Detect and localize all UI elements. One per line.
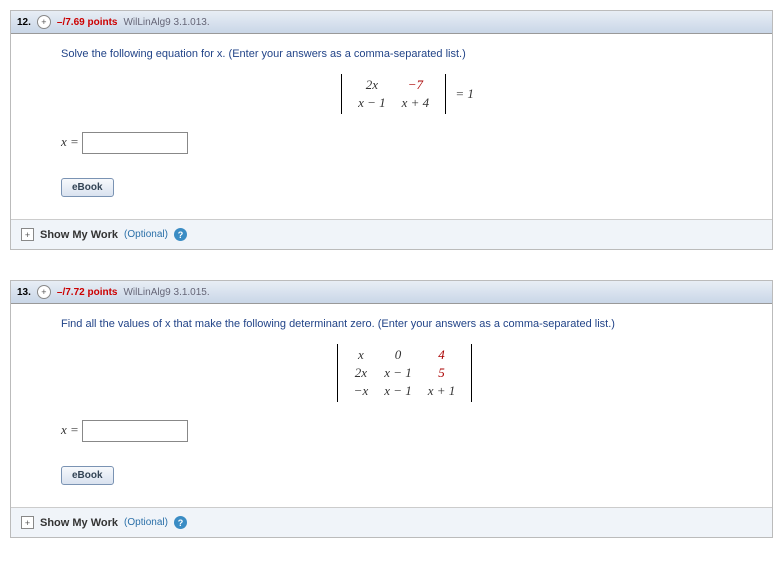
answer-label: x = <box>61 422 79 437</box>
question-block: 12. + –/7.69 points WilLinAlg9 3.1.013. … <box>10 10 773 250</box>
answer-input[interactable] <box>82 420 188 442</box>
determinant: x04 2xx − 15 −xx − 1x + 1 <box>337 344 473 402</box>
plus-box-icon[interactable]: + <box>21 228 34 241</box>
determinant: 2x−7x − 1x + 4 <box>341 74 446 114</box>
points-label: –/7.72 points <box>57 287 118 298</box>
show-my-work-label: Show My Work <box>40 517 118 529</box>
question-header: 13. + –/7.72 points WilLinAlg9 3.1.015. <box>11 281 772 304</box>
matrix-cell: 2x <box>350 76 394 94</box>
matrix-cell: x <box>346 346 377 364</box>
matrix-cell: x + 4 <box>394 94 438 112</box>
help-icon[interactable]: ? <box>174 516 187 529</box>
help-icon[interactable]: ? <box>174 228 187 241</box>
question-number: 13. <box>17 287 31 298</box>
matrix-cell: 0 <box>376 346 420 364</box>
equation-rhs: = 1 <box>455 86 474 101</box>
matrix-cell: x + 1 <box>420 382 464 400</box>
matrix-cell: 2x <box>346 364 377 382</box>
optional-label: (Optional) <box>124 229 168 240</box>
math-expression: 2x−7x − 1x + 4 = 1 <box>61 74 754 114</box>
show-my-work-bar[interactable]: + Show My Work (Optional) ? <box>11 219 772 249</box>
question-number: 12. <box>17 17 31 28</box>
question-header: 12. + –/7.69 points WilLinAlg9 3.1.013. <box>11 11 772 34</box>
question-prompt: Solve the following equation for x. (Ent… <box>61 48 754 60</box>
ebook-button[interactable]: eBook <box>61 466 114 485</box>
matrix-cell: 4 <box>420 346 464 364</box>
plus-box-icon[interactable]: + <box>21 516 34 529</box>
answer-input[interactable] <box>82 132 188 154</box>
expand-icon[interactable]: + <box>37 15 51 29</box>
source-label: WilLinAlg9 3.1.015. <box>123 287 209 298</box>
question-prompt: Find all the values of x that make the f… <box>61 318 754 330</box>
matrix-cell: −7 <box>394 76 438 94</box>
show-my-work-label: Show My Work <box>40 229 118 241</box>
optional-label: (Optional) <box>124 517 168 528</box>
answer-row: x = <box>61 132 754 154</box>
show-my-work-bar[interactable]: + Show My Work (Optional) ? <box>11 507 772 537</box>
answer-label: x = <box>61 134 79 149</box>
answer-row: x = <box>61 420 754 442</box>
matrix-cell: x − 1 <box>376 364 420 382</box>
matrix-cell: 5 <box>420 364 464 382</box>
points-label: –/7.69 points <box>57 17 118 28</box>
question-body: Find all the values of x that make the f… <box>11 304 772 537</box>
question-block: 13. + –/7.72 points WilLinAlg9 3.1.015. … <box>10 280 773 538</box>
expand-icon[interactable]: + <box>37 285 51 299</box>
matrix-cell: x − 1 <box>376 382 420 400</box>
matrix-cell: x − 1 <box>350 94 394 112</box>
ebook-button[interactable]: eBook <box>61 178 114 197</box>
source-label: WilLinAlg9 3.1.013. <box>123 17 209 28</box>
matrix-cell: −x <box>346 382 377 400</box>
math-expression: x04 2xx − 15 −xx − 1x + 1 <box>61 344 754 402</box>
question-body: Solve the following equation for x. (Ent… <box>11 34 772 249</box>
